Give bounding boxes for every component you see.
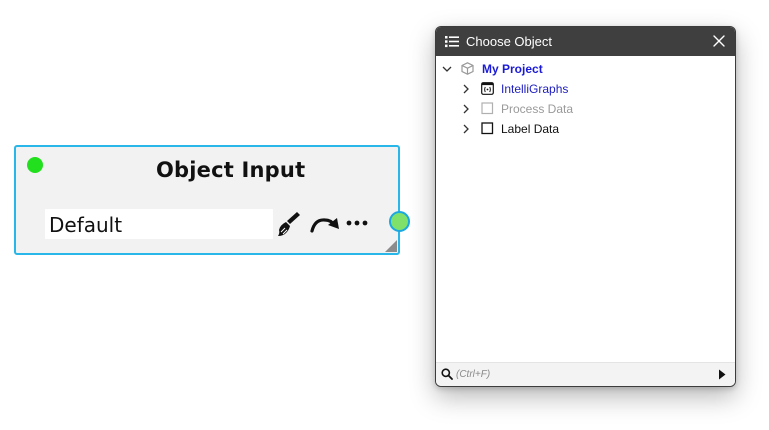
search-bar xyxy=(436,362,735,386)
more-icon[interactable] xyxy=(346,211,368,235)
tree-item-intelligraphs[interactable]: IntelliGraphs xyxy=(436,79,735,99)
play-arrow-icon[interactable] xyxy=(718,369,726,380)
tree-root-my-project[interactable]: My Project xyxy=(436,59,735,79)
tree-item-label-data[interactable]: Label Data xyxy=(436,119,735,139)
choose-object-window: Choose Object My Project IntelliGraphs P… xyxy=(435,26,736,387)
close-icon[interactable] xyxy=(712,34,726,48)
list-icon xyxy=(445,36,459,48)
tree-item-label: Label Data xyxy=(501,122,560,136)
resize-grip[interactable] xyxy=(385,240,397,252)
checkbox-icon[interactable] xyxy=(481,102,494,115)
graph-box-icon xyxy=(481,82,494,95)
output-port[interactable] xyxy=(389,211,410,232)
chevron-down-icon[interactable] xyxy=(442,64,452,74)
tree-item-label: Process Data xyxy=(501,102,574,116)
search-icon xyxy=(441,368,453,380)
tree-root-label: My Project xyxy=(482,62,543,76)
object-input-node[interactable]: Object Input Default xyxy=(14,145,410,255)
tree-item-label: IntelliGraphs xyxy=(501,82,569,96)
value-field[interactable]: Default xyxy=(45,209,273,239)
chevron-right-icon[interactable] xyxy=(461,104,471,114)
cube-icon xyxy=(461,62,474,75)
brush-icon[interactable] xyxy=(277,211,301,237)
chevron-right-icon[interactable] xyxy=(461,124,471,134)
object-tree: My Project IntelliGraphs Process Data La… xyxy=(436,59,735,139)
chevron-right-icon[interactable] xyxy=(461,84,471,94)
checkbox-icon[interactable] xyxy=(481,122,494,135)
window-titlebar[interactable]: Choose Object xyxy=(436,27,735,56)
tree-item-process-data[interactable]: Process Data xyxy=(436,99,735,119)
redo-arrow-icon[interactable] xyxy=(309,213,341,237)
window-title: Choose Object xyxy=(466,34,552,49)
search-input[interactable] xyxy=(456,366,706,382)
node-title: Object Input xyxy=(156,158,306,182)
